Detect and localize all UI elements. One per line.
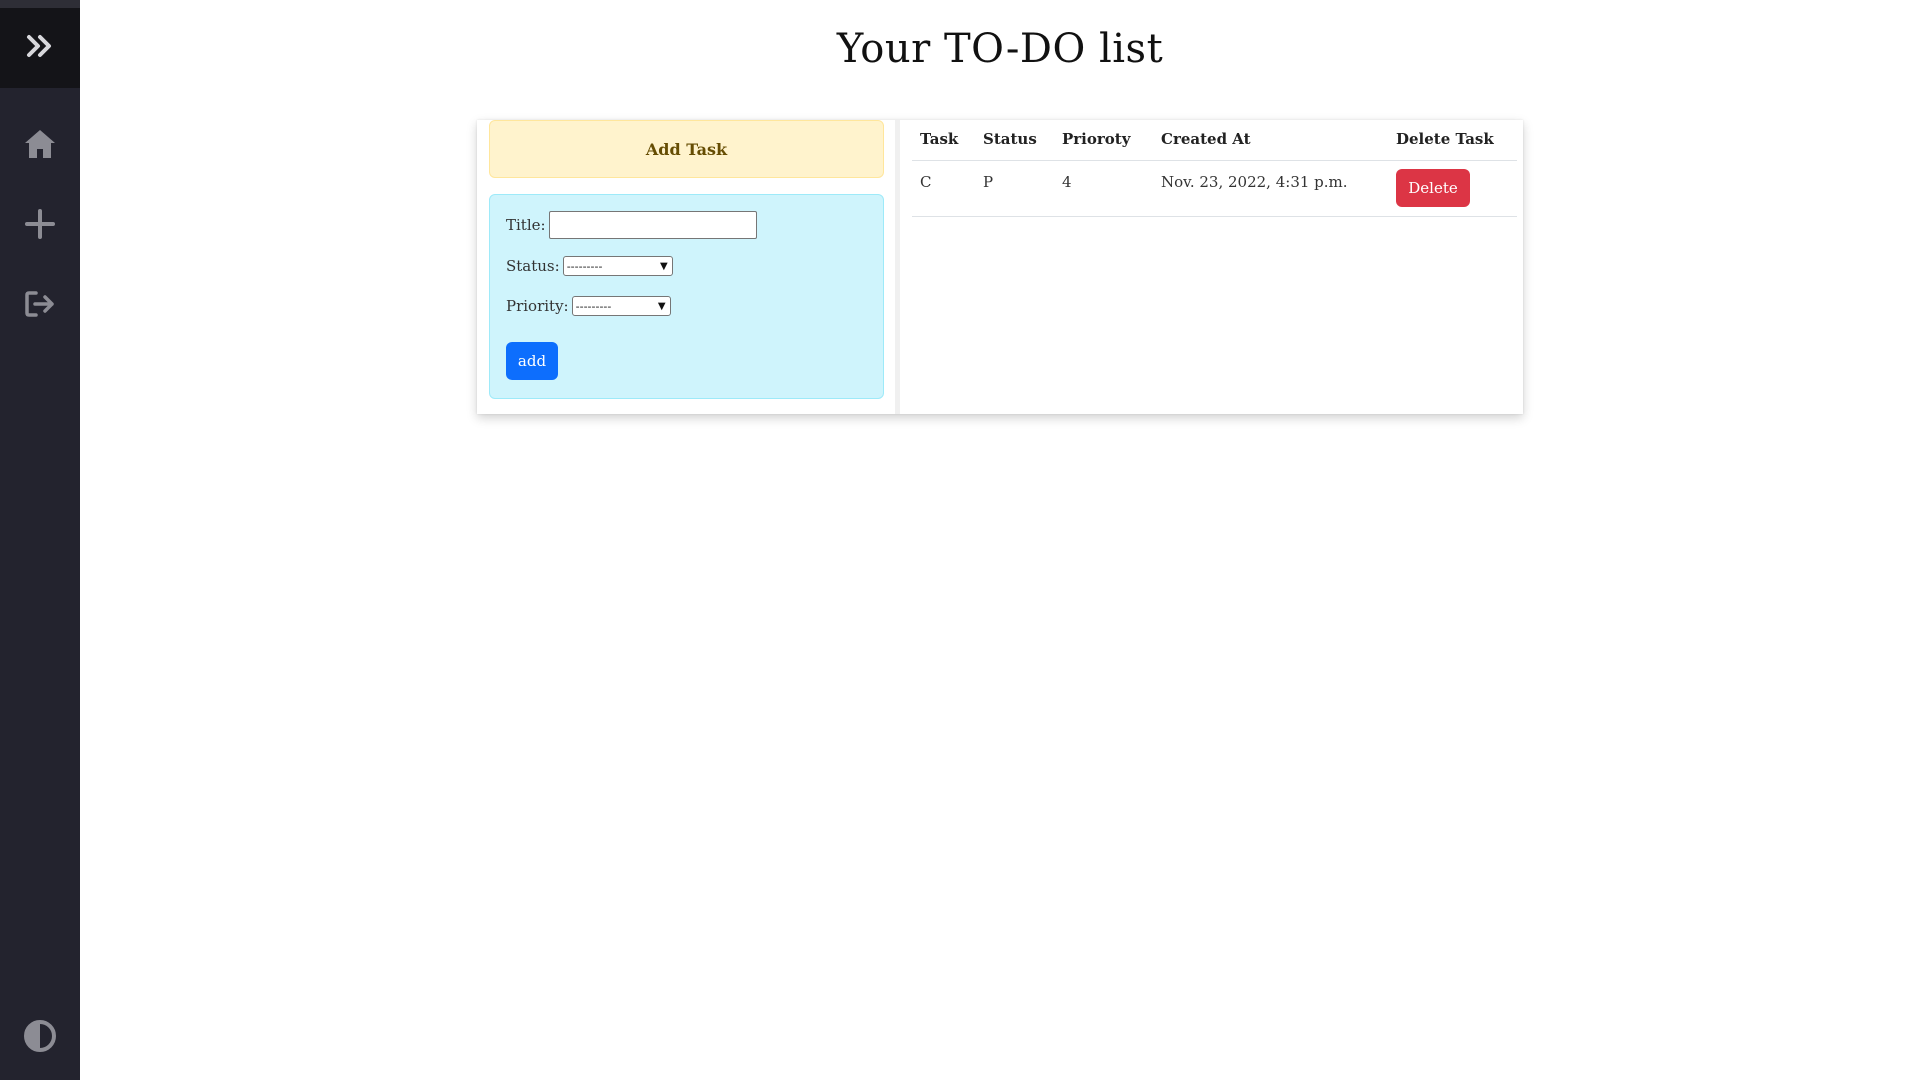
column-header-priority: Prioroty xyxy=(1062,130,1131,148)
status-label: Status: xyxy=(506,257,560,275)
logout-icon xyxy=(24,290,56,318)
page-title: Your TO-DO list xyxy=(836,26,1164,72)
status-row: Status: --------- ▼ xyxy=(506,256,673,276)
priority-row: Priority: --------- ▼ xyxy=(506,296,671,316)
title-input[interactable] xyxy=(548,211,757,239)
column-header-task: Task xyxy=(920,130,959,148)
add-task-header: Add Task xyxy=(489,120,884,178)
status-selected-value: --------- xyxy=(566,259,603,273)
priority-cell: 4 xyxy=(1062,173,1072,191)
contrast-icon xyxy=(23,1019,57,1053)
title-label: Title: xyxy=(506,216,546,234)
chevron-down-icon: ▼ xyxy=(659,260,668,272)
table-header-row: Task Status Prioroty Created At Delete T… xyxy=(912,120,1517,161)
table-row: C P 4 Nov. 23, 2022, 4:31 p.m. Delete xyxy=(912,161,1517,217)
chevron-down-icon: ▼ xyxy=(657,300,666,312)
delete-button[interactable]: Delete xyxy=(1396,169,1470,207)
panel-divider xyxy=(895,120,900,414)
title-row: Title: xyxy=(506,211,757,239)
sidebar-toggle[interactable] xyxy=(0,0,80,88)
todo-card: Add Task Title: Status: --------- ▼ Prio… xyxy=(477,120,1523,414)
double-chevron-right-icon xyxy=(25,34,55,62)
status-select[interactable]: --------- ▼ xyxy=(562,256,673,276)
sidebar xyxy=(0,0,80,1080)
task-table: Task Status Prioroty Created At Delete T… xyxy=(912,120,1517,217)
add-task-form: Title: Status: --------- ▼ Priority: ---… xyxy=(489,194,884,399)
plus-icon xyxy=(24,208,56,240)
add-task-panel: Add Task Title: Status: --------- ▼ Prio… xyxy=(489,120,884,414)
home-icon xyxy=(23,128,57,160)
theme-toggle[interactable] xyxy=(0,1006,80,1066)
sidebar-item-add[interactable] xyxy=(0,194,80,254)
task-list-panel: Task Status Prioroty Created At Delete T… xyxy=(912,120,1517,414)
created-at-cell: Nov. 23, 2022, 4:31 p.m. xyxy=(1161,173,1348,191)
priority-select[interactable]: --------- ▼ xyxy=(571,296,671,316)
priority-selected-value: --------- xyxy=(575,299,612,313)
sidebar-item-home[interactable] xyxy=(0,114,80,174)
task-cell: C xyxy=(920,173,932,191)
column-header-created-at: Created At xyxy=(1161,130,1251,148)
priority-label: Priority: xyxy=(506,297,569,315)
column-header-delete-task: Delete Task xyxy=(1396,130,1494,148)
add-button[interactable]: add xyxy=(506,342,558,380)
status-cell: P xyxy=(983,173,994,191)
sidebar-item-logout[interactable] xyxy=(0,274,80,334)
column-header-status: Status xyxy=(983,130,1037,148)
